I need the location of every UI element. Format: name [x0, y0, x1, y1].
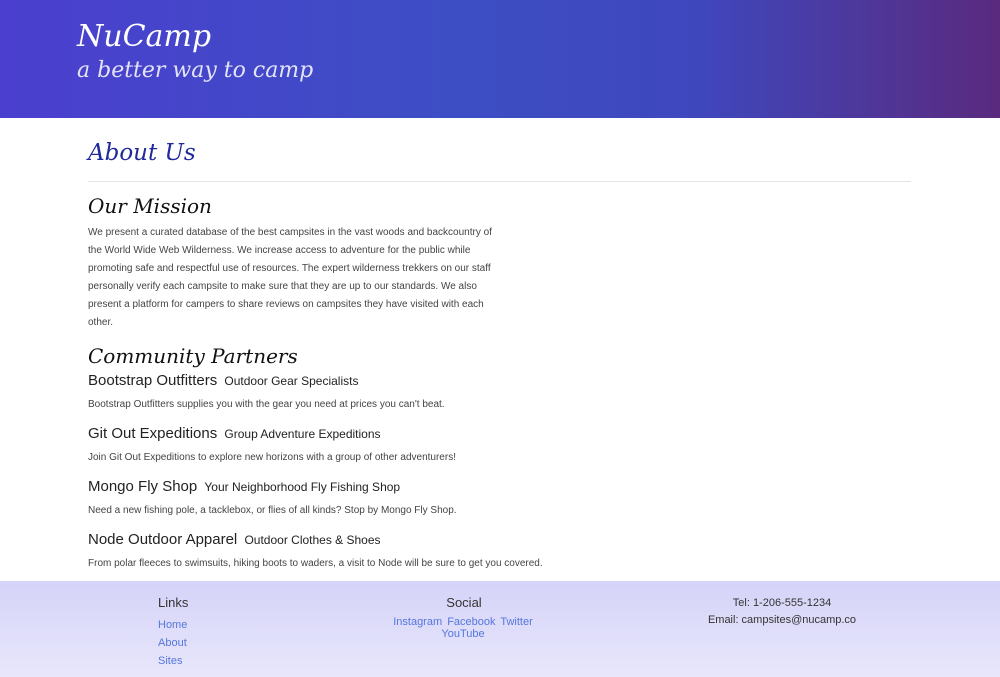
mission-text: We present a curated database of the bes… — [88, 227, 492, 328]
footer-social-heading: Social — [446, 595, 482, 610]
partner-subtitle: Outdoor Clothes & Shoes — [244, 533, 381, 547]
footer-social: Social Instagram Facebook Twitter YouTub… — [393, 595, 535, 640]
partner-item: Git Out Expeditions Group Adventure Expe… — [88, 423, 912, 467]
partner-item: Bootstrap Outfitters Outdoor Gear Specia… — [88, 370, 912, 414]
brand: NuCamp a better way to camp — [77, 18, 313, 86]
partner-name: Git Out Expeditions — [88, 425, 218, 442]
social-link-twitter[interactable]: Twitter — [500, 616, 532, 628]
partner-item: Node Outdoor Apparel Outdoor Clothes & S… — [88, 529, 912, 573]
partner-subtitle: Your Neighborhood Fly Fishing Shop — [204, 480, 401, 494]
social-link-youtube[interactable]: YouTube — [441, 628, 484, 640]
page-title: About Us — [88, 140, 196, 166]
footer-contact: Tel: 1-206-555-1234 Email: campsites@nuc… — [700, 595, 864, 629]
footer-link-sites[interactable]: Sites — [158, 655, 182, 667]
partner-name: Node Outdoor Apparel — [88, 531, 238, 548]
divider — [88, 181, 911, 182]
footer-links-heading: Links — [158, 595, 189, 610]
social-link-facebook[interactable]: Facebook — [447, 616, 495, 628]
brand-tagline: a better way to camp — [77, 58, 314, 83]
partner-description: Join Git Out Expeditions to explore new … — [88, 452, 456, 463]
header-banner: NuCamp a better way to camp — [0, 0, 1000, 118]
footer-link-about[interactable]: About — [158, 637, 187, 649]
contact-email: Email: campsites@nucamp.co — [707, 614, 857, 626]
partner-description: Bootstrap Outfitters supplies you with t… — [88, 399, 445, 410]
partner-name: Mongo Fly Shop — [88, 478, 198, 495]
social-link-instagram[interactable]: Instagram — [393, 616, 442, 628]
partner-name: Bootstrap Outfitters — [88, 372, 218, 389]
site-footer: Links Home About Sites Social Instagram … — [0, 581, 1000, 677]
partner-subtitle: Group Adventure Expeditions — [224, 427, 381, 441]
footer-links: Links Home About Sites — [158, 595, 188, 670]
partner-item: Mongo Fly Shop Your Neighborhood Fly Fis… — [88, 476, 912, 520]
mission-heading: Our Mission — [88, 194, 212, 218]
footer-link-home[interactable]: Home — [158, 619, 187, 631]
partners-heading: Community Partners — [88, 344, 298, 368]
brand-title[interactable]: NuCamp — [77, 18, 313, 56]
partner-subtitle: Outdoor Gear Specialists — [224, 374, 359, 388]
partner-description: From polar fleeces to swimsuits, hiking … — [88, 558, 543, 569]
contact-tel: Tel: 1-206-555-1234 — [732, 597, 832, 609]
main-content: About Us Our Mission We present a curate… — [0, 118, 1000, 573]
partner-description: Need a new fishing pole, a tacklebox, or… — [88, 505, 457, 516]
